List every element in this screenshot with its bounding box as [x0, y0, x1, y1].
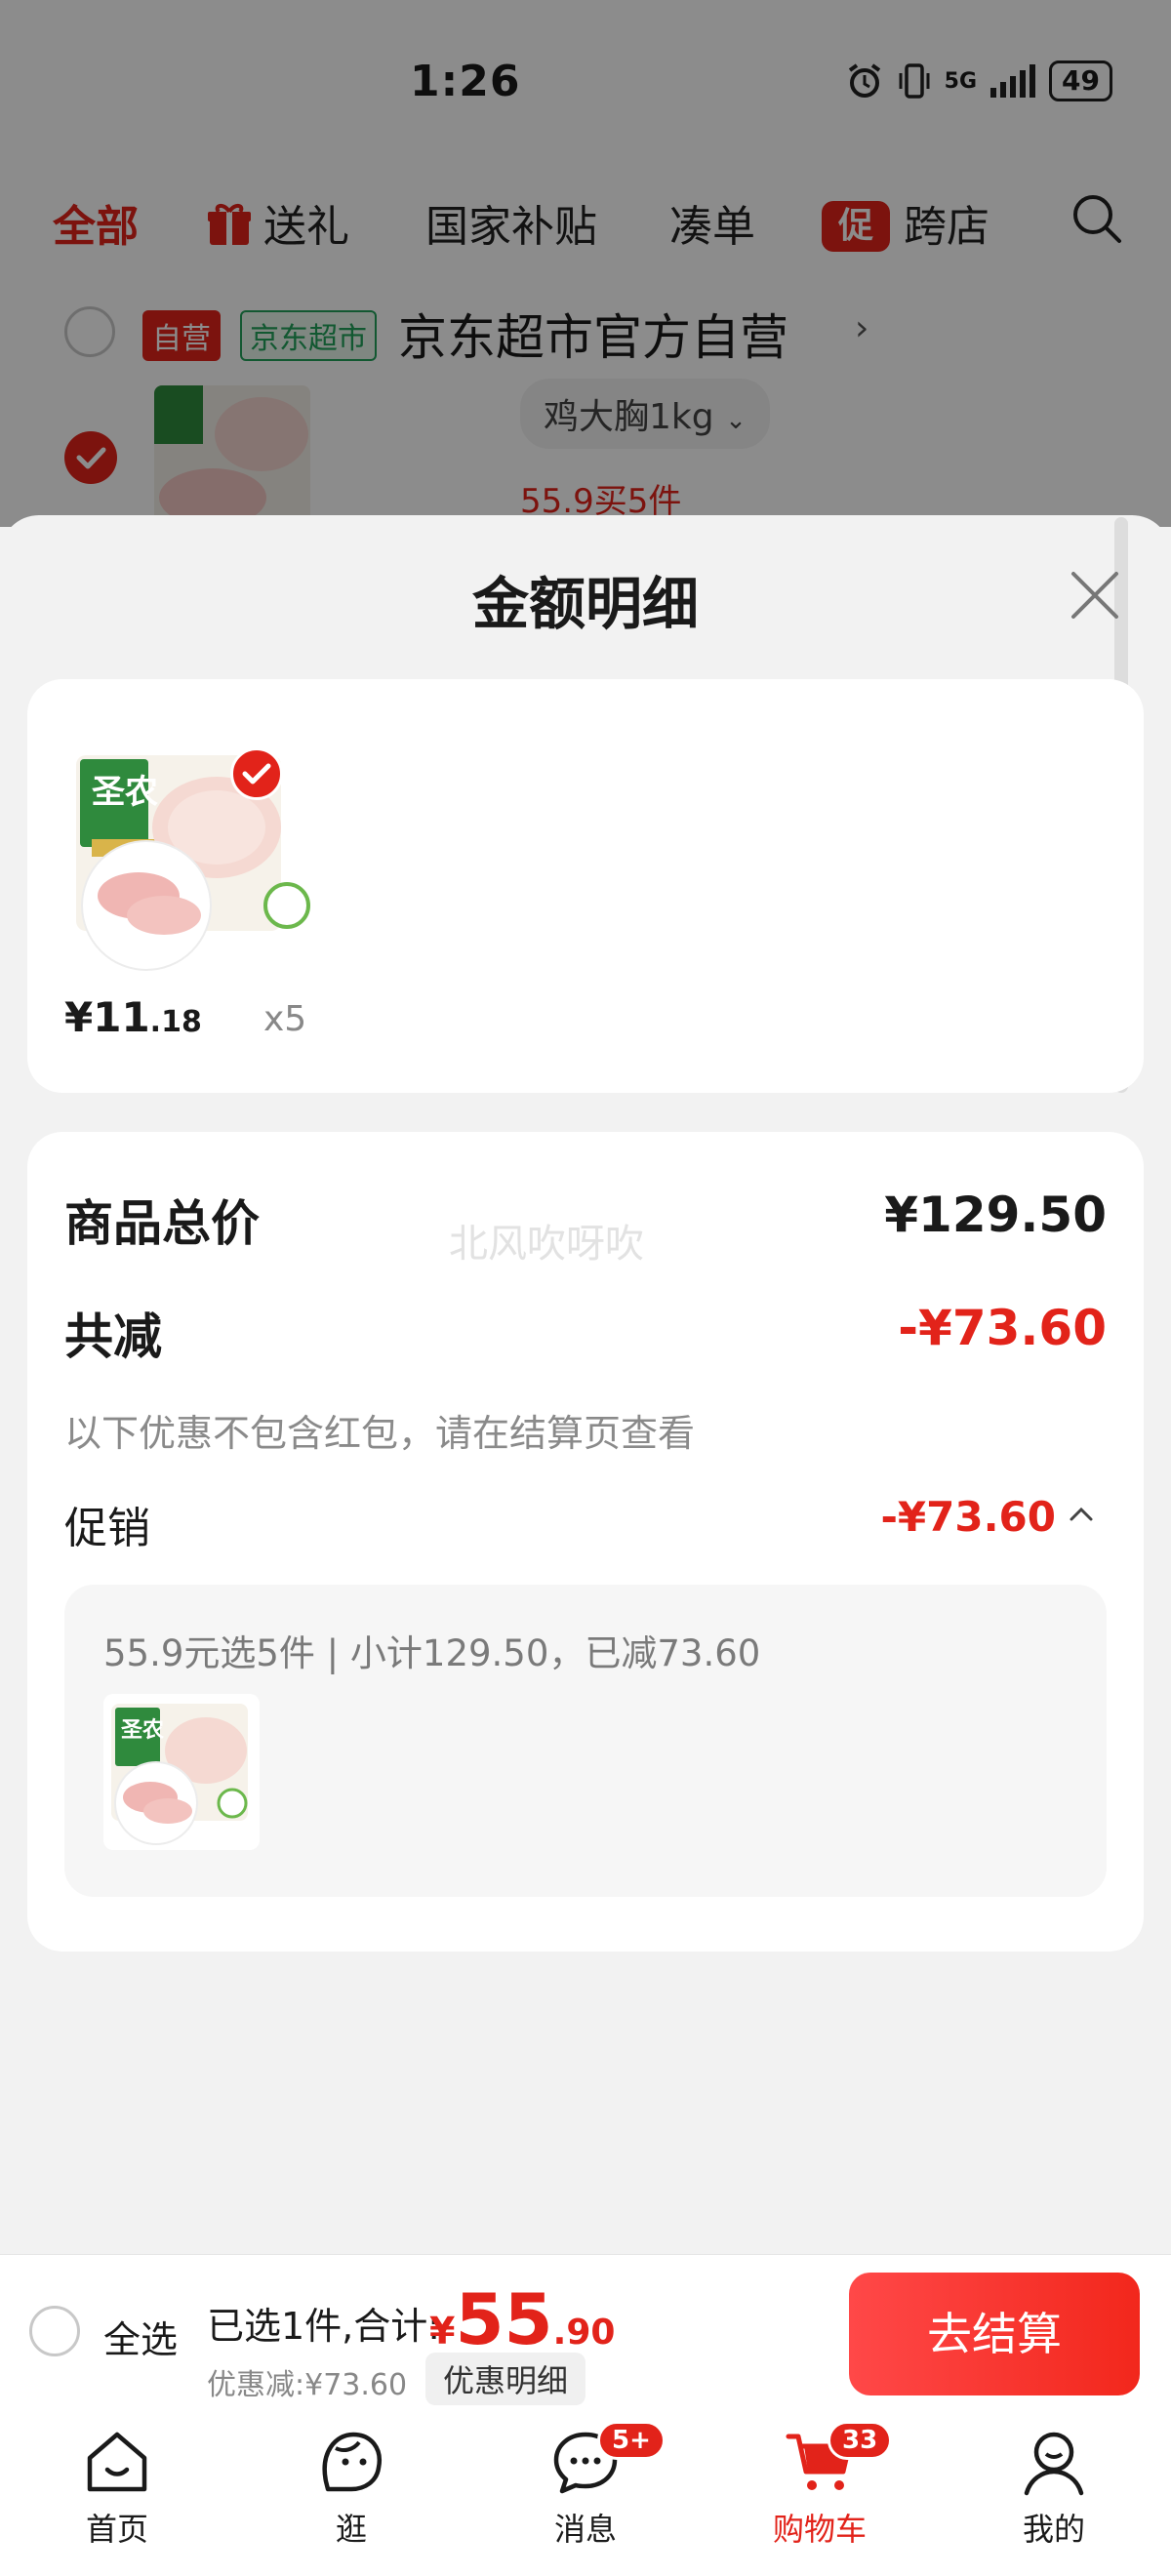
- profile-icon: [1024, 2432, 1084, 2496]
- dim-overlay[interactable]: [0, 0, 1171, 527]
- promo-detail-text: 55.9元选5件 | 小计129.50，已减73.60: [103, 1632, 761, 1674]
- svg-text:圣农: 圣农: [121, 1717, 164, 1743]
- currency-symbol: ¥: [429, 2310, 456, 2353]
- tab-explore[interactable]: 逛: [273, 2425, 429, 2550]
- sheet-title: 金额明细: [471, 571, 699, 637]
- chevron-up-icon[interactable]: [1068, 1501, 1095, 1528]
- discount-note: 以下优惠不包含红包，请在结算页查看: [64, 1412, 696, 1455]
- summary-card: 商品总价 ¥129.50 北风吹呀吹 共减 -¥73.60 以下优惠不包含红包，…: [27, 1132, 1144, 1952]
- discount-detail-button[interactable]: 优惠明细: [425, 2353, 586, 2405]
- total-price-value: ¥129.50: [884, 1187, 1107, 1243]
- discount-value: -¥73.60: [898, 1300, 1107, 1356]
- checkout-button[interactable]: 去结算: [849, 2273, 1140, 2395]
- tab-home-label: 首页: [85, 2511, 148, 2548]
- tab-home[interactable]: 首页: [39, 2425, 195, 2550]
- selected-count-text: 已选1件,合计:: [207, 2305, 441, 2348]
- cart-background: 1:26 5G 49 全部 送礼 国家补贴 凑单 促跨店 自营 京东超市 京东超…: [0, 0, 1171, 527]
- tab-cart[interactable]: 33 购物车: [742, 2421, 898, 2550]
- check-icon: [242, 763, 271, 785]
- close-icon[interactable]: [1066, 566, 1124, 624]
- messages-badge: 5+: [597, 2421, 666, 2460]
- total-int: 55: [455, 2278, 553, 2360]
- total-amount: ¥55.90: [429, 2278, 615, 2360]
- items-card: 圣农 ¥11.18 x5: [27, 679, 1144, 1093]
- tab-messages-label: 消息: [553, 2511, 617, 2548]
- promo-value[interactable]: -¥73.60: [880, 1493, 1056, 1541]
- select-all-label[interactable]: 全选: [103, 2310, 178, 2363]
- tab-explore-label: 逛: [335, 2511, 367, 2548]
- item-quantity: x5: [263, 999, 307, 1039]
- select-all-radio[interactable]: [29, 2306, 80, 2356]
- amount-detail-sheet: 金额明细 圣农 ¥11.18 x5 商品总价 ¥129.50 北风吹呀吹 共减 …: [0, 515, 1171, 2254]
- product-image[interactable]: 圣农: [70, 749, 334, 974]
- checkout-bar: 全选 已选1件,合计: ¥55.90 优惠减:¥73.60 优惠明细 去结算: [0, 2254, 1171, 2415]
- tab-cart-label: 购物车: [772, 2511, 867, 2548]
- tab-profile-label: 我的: [1022, 2511, 1085, 2548]
- item-price: ¥11.18: [64, 993, 202, 1041]
- item-checked-badge: [230, 747, 283, 800]
- promo-detail-box: 55.9元选5件 | 小计129.50，已减73.60 圣农: [64, 1585, 1107, 1897]
- tab-profile[interactable]: 我的: [976, 2425, 1132, 2550]
- watermark: 北风吹呀吹: [449, 1222, 644, 1267]
- promo-label: 促销: [64, 1504, 150, 1553]
- discount-label: 共减: [64, 1308, 162, 1365]
- tab-messages[interactable]: 5+ 消息: [507, 2421, 666, 2550]
- item-price-dec: .18: [149, 1005, 202, 1039]
- promo-product-image[interactable]: 圣农: [103, 1694, 260, 1850]
- explore-icon: [322, 2432, 383, 2492]
- home-icon: [87, 2432, 147, 2492]
- item-price-int: ¥11: [64, 993, 150, 1041]
- bottom-tab-bar: 首页 逛 5+ 消息 33 购物车 我的: [0, 2415, 1171, 2576]
- total-price-label: 商品总价: [64, 1195, 260, 1252]
- svg-text:圣农: 圣农: [92, 773, 158, 812]
- total-dec: .90: [552, 2313, 616, 2353]
- discount-summary: 优惠减:¥73.60: [207, 2368, 408, 2402]
- cart-badge: 33: [828, 2421, 893, 2460]
